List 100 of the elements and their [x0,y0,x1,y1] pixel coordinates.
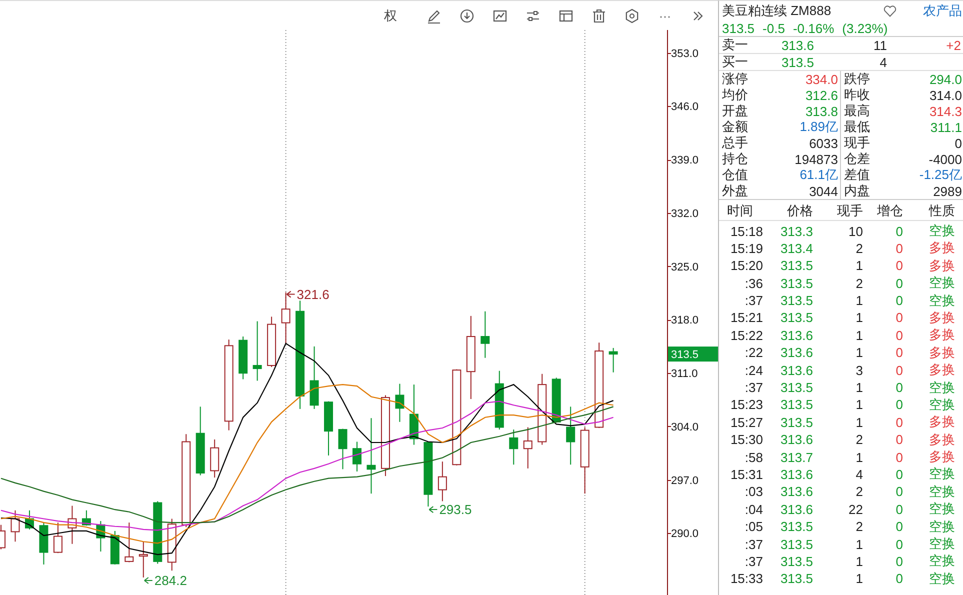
price-cell-text: 313.6 [779,362,813,378]
price-cell-text: 313.5 [779,380,813,396]
candlestick [310,346,319,410]
settings-icon[interactable] [624,8,640,24]
stat-value: 334.0 [805,72,838,86]
layout-icon[interactable] [558,8,574,24]
volume-cell-text: 1 [854,571,863,586]
candlestick [68,505,77,544]
candlestick [0,524,6,550]
candlestick [324,400,334,456]
leader-line [144,576,153,584]
candlestick [409,384,418,446]
candlestick [424,441,433,508]
axis-tick-label: 304.0 [671,422,699,434]
candlestick [494,370,504,430]
time-cell-text: 15:18 [729,224,763,238]
download-icon[interactable] [459,8,475,24]
candlestick [138,541,148,578]
axis-tick-label: 318.0 [671,314,699,327]
candlestick [124,522,134,563]
stat-label: 持仓 [722,150,748,168]
trade-type-cell-text: 空换 [928,222,955,240]
trade-type-cell-text: 空换 [928,570,955,588]
time-cell-text: 15:21 [729,310,763,326]
price-cell-text: 313.3 [779,224,813,238]
open-interest-cell-text: 0 [894,345,903,360]
open-interest-cell-text: 0 [894,276,903,291]
time-cell-text: :58 [744,450,763,465]
delete-icon[interactable] [591,8,607,24]
time-cell-text: :37 [744,293,763,308]
pencil-icon[interactable] [426,8,442,24]
price-cell-text: 313.6 [779,345,813,360]
volume-cell-text: 1 [854,293,863,308]
stat-value: 314.3 [929,104,962,118]
trade-type-cell-text: 空换 [928,535,955,554]
order-label: 卖一 [722,36,749,54]
axis-tick-label: 325.0 [671,261,699,274]
stat-value: 312.6 [805,88,838,102]
trade-type-cell-text: 空换 [928,500,955,518]
trade-type-cell-text: 多换 [928,361,955,380]
trade-type-cell-text: 多换 [928,448,955,466]
volume-cell-text: 1 [854,536,863,552]
price-cell-text: 313.7 [779,450,813,465]
trade-type-cell-text: 多换 [928,326,955,344]
candlestick [552,377,561,424]
volume-cell-text: 2 [854,519,863,534]
volume-cell-text: 1 [854,345,863,360]
volume-cell-text: 1 [854,258,863,274]
order-label: 买一 [722,53,749,71]
axis-tick-label: 297.0 [671,474,699,487]
candlestick [281,292,290,344]
open-interest-cell-text: 0 [894,484,903,500]
time-cell-text: :22 [744,345,763,360]
candlestick [96,520,106,552]
price-cell-text: 313.6 [779,484,813,500]
stat-value: 0 [954,136,962,150]
last-price-tag [668,346,718,362]
leader-line [428,506,438,514]
time-cell-text: :05 [744,519,763,534]
open-interest-cell-text: 0 [894,310,903,326]
volume-cell-text: 22 [848,502,863,517]
open-interest-cell-text: 0 [894,414,903,430]
order-change: +2 [945,38,961,52]
stat-label: 现手 [844,134,870,152]
stat-value: 313.8 [805,104,838,118]
chart-image-icon[interactable] [492,8,508,24]
order-price: 313.5 [780,54,814,70]
stat-value: 6033 [809,136,838,150]
candlestick [438,461,447,502]
stat-label: 均价 [722,86,748,104]
stat-value: 1.89亿 [800,118,838,136]
adjust-button[interactable]: 权 [384,6,409,24]
time-cell-text: 15:30 [729,432,763,448]
price-cell-text: 313.5 [779,414,813,430]
price-cell-text: 313.6 [779,502,813,517]
heart-icon[interactable] [883,4,897,18]
candlestick [196,406,205,476]
trade-type-cell-text: 多换 [928,413,955,432]
open-interest-cell-text: 0 [894,571,903,586]
trade-type-cell-text: 空换 [928,482,955,501]
stat-label: 仓值 [722,166,748,184]
volume-cell-text: 2 [854,484,863,500]
candlestick [53,522,62,554]
open-interest-cell-text: 0 [894,240,903,256]
time-cell-text: :04 [744,502,763,517]
stat-value: -1.25亿 [919,166,962,184]
price-cell-text: 313.5 [779,258,813,274]
candlestick [580,426,590,494]
open-interest-cell-text: 0 [894,258,903,274]
trade-type-cell-text: 空换 [928,378,955,397]
category-link[interactable]: 农产品 [923,2,962,20]
candlestick [352,441,362,472]
price-cell-text: 313.4 [779,240,813,256]
volume-cell-text: 1 [854,380,863,396]
price-change: -0.5 [762,20,785,36]
stat-label: 外盘 [722,182,748,200]
open-interest-cell-text: 0 [894,519,903,534]
open-interest-cell-text: 0 [894,380,903,396]
low-price-label: 293.5 [439,502,472,518]
open-interest-cell-text: 0 [894,502,903,517]
